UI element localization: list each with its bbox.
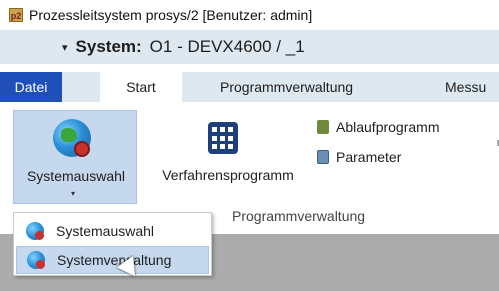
parameter-label: Parameter [336, 149, 402, 165]
ribbon-group-label: Programmverwaltung [232, 208, 366, 224]
verfahrensprogramm-button[interactable]: Verfahrensprogramm [148, 110, 308, 204]
verfahrensprogramm-label: Verfahrensprogramm [162, 167, 294, 183]
chevron-down-icon: ▾ [71, 189, 76, 198]
tab-messung[interactable]: Messu [445, 72, 486, 102]
flowchart-icon [317, 120, 329, 134]
menu-item-label: Systemauswahl [56, 223, 155, 239]
systemauswahl-label: Systemauswahl [26, 168, 126, 184]
system-bar: ▾ System: O1 - DEVX4600 / _1 [0, 30, 499, 64]
systemauswahl-button[interactable]: Systemauswahl ▾ [13, 110, 137, 204]
menu-item-label: Systemverwaltung [57, 252, 172, 268]
menu-item-systemverwaltung[interactable]: Systemverwaltung [16, 246, 209, 274]
ablaufprogramm-button[interactable]: Ablaufprogramm [317, 116, 440, 138]
globe-gear-icon [26, 222, 44, 240]
tab-start[interactable]: Start [100, 72, 182, 103]
ablaufprogramm-label: Ablaufprogramm [336, 119, 440, 135]
tab-programmverwaltung[interactable]: Programmverwaltung [220, 72, 353, 102]
system-label: System: [75, 37, 142, 56]
system-value: O1 - DEVX4600 / _1 [149, 37, 305, 56]
document-icon [317, 150, 329, 164]
control-panel-icon [208, 122, 238, 154]
systemauswahl-dropdown-menu: Systemauswahl Systemverwaltung [13, 212, 212, 276]
window-title: Prozessleitsystem prosys/2 [Benutzer: ad… [29, 7, 313, 23]
globe-gear-icon [27, 251, 45, 269]
title-bar: p2 Prozessleitsystem prosys/2 [Benutzer:… [0, 0, 499, 30]
gear-icon [74, 141, 90, 157]
tab-datei[interactable]: Datei [0, 72, 62, 102]
app-icon: p2 [9, 8, 23, 22]
ribbon-tab-bar: Datei Start Programmverwaltung Messu [0, 72, 499, 103]
quick-access-dropdown-icon[interactable]: ▾ [62, 41, 68, 54]
parameter-button[interactable]: Parameter [317, 146, 401, 168]
menu-item-systemauswahl[interactable]: Systemauswahl [16, 217, 209, 245]
